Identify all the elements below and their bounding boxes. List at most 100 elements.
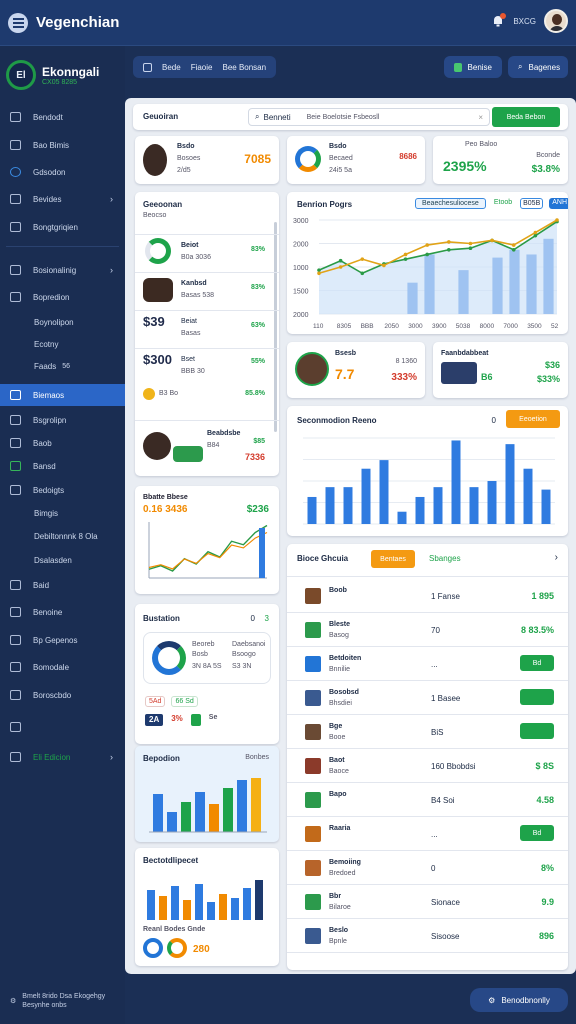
data-point xyxy=(555,218,559,222)
crumb-0[interactable]: Bede xyxy=(162,63,181,72)
sidebar-item-0[interactable]: Bendodt xyxy=(0,106,125,128)
chevron-right-icon[interactable]: › xyxy=(555,552,558,563)
chart-tab-3[interactable]: B05B xyxy=(520,198,544,209)
table-row[interactable]: Bbr Bilaroe Sionace 9.9 xyxy=(287,886,568,919)
donut-icon xyxy=(295,146,321,172)
chart-tab-1[interactable]: Beaechesuliocese xyxy=(415,198,486,209)
bar xyxy=(397,511,407,524)
top-settings-button[interactable]: ⌕ Bagenes xyxy=(508,56,568,78)
menu-icon[interactable] xyxy=(8,12,28,33)
avatar[interactable] xyxy=(544,9,568,33)
stat-card-3: Peo Baloo 2395% Bconde $3.8% xyxy=(433,136,568,184)
bar xyxy=(433,487,443,524)
minibar2-card: Bectotdlipecet Reanl Bodes Gnde 280 xyxy=(135,848,279,966)
document-icon xyxy=(10,438,21,448)
sidebar-item-3[interactable]: Bevides › xyxy=(0,188,125,210)
row-name: Beslo xyxy=(329,927,349,934)
product-icon xyxy=(295,352,329,386)
bar xyxy=(415,496,425,524)
sidebar-item-18[interactable]: Baid xyxy=(0,574,125,596)
row-value: 9.9 xyxy=(541,897,554,907)
table-row[interactable]: Bosobsd Bhsdiei 1 Basee xyxy=(287,682,568,715)
row-column: 70 xyxy=(431,626,440,635)
y-tick-label: 1000 xyxy=(293,265,309,272)
home-icon xyxy=(10,112,21,122)
table-row[interactable]: Bge Booe BiS xyxy=(287,716,568,749)
row-name: Bbr xyxy=(329,893,342,900)
bar-chart-button[interactable]: Eeoetion xyxy=(506,410,560,428)
sidebar-item-16[interactable]: Debiltonnnk 8 Ola xyxy=(0,525,125,547)
sidebar-item-11[interactable]: Bsgrolipn xyxy=(0,409,125,431)
sidebar-item-4[interactable]: Bongtgriqien xyxy=(0,216,125,238)
bar xyxy=(207,902,215,920)
sidebar-item-22[interactable]: Boroscbdo xyxy=(0,684,125,706)
row-thumbnail-icon xyxy=(305,792,321,808)
trend-card: Bbatte Bbese 0.16 3436 $236 xyxy=(135,486,279,594)
minibar-chart xyxy=(149,778,267,833)
top-action-button[interactable]: Benise xyxy=(444,56,502,78)
chart-tab-4[interactable]: ANH xyxy=(549,198,568,209)
grid-icon xyxy=(10,461,21,471)
tab-2[interactable]: Sbanges xyxy=(429,554,461,563)
table-row[interactable]: Betdoiten Bnnilie... Bd xyxy=(287,648,568,681)
search-input[interactable]: ⌕ Benneti Beie Boelotsie Fsbeosll × xyxy=(248,108,490,126)
data-point xyxy=(468,246,473,250)
data-point xyxy=(447,247,451,252)
data-point xyxy=(403,252,408,257)
sidebar-item-8[interactable]: Ecotny xyxy=(0,333,125,355)
row-action-button[interactable] xyxy=(520,689,554,705)
sidebar-item-5[interactable]: Bosionalinig › xyxy=(0,259,125,281)
sidebar-item-23[interactable] xyxy=(0,716,125,738)
list-icon xyxy=(10,722,21,732)
clear-icon[interactable]: × xyxy=(478,113,483,122)
settings-icon[interactable]: ⚙ xyxy=(10,997,16,1005)
row-divider xyxy=(287,850,568,851)
table-row[interactable]: Bemoiing Bredoed 0 8% xyxy=(287,852,568,885)
tab-active[interactable]: Bentaes xyxy=(371,550,415,568)
sidebar-item-13[interactable]: Bansd xyxy=(0,455,125,477)
table-row[interactable]: Beslo Bpnle Sisoose 896 xyxy=(287,920,568,953)
x-tick-label: 8000 xyxy=(480,323,495,330)
sidebar-item-15[interactable]: Bimgis xyxy=(0,502,125,524)
sidebar-item-14[interactable]: Bedoigts xyxy=(0,479,125,501)
notification-icon[interactable] xyxy=(491,13,507,28)
row-action-button[interactable] xyxy=(520,723,554,739)
sidebar-item-6[interactable]: Bopredion xyxy=(0,286,125,308)
chart-tab-2[interactable]: Etoob xyxy=(492,198,514,209)
home-icon xyxy=(10,390,21,400)
x-tick-label: 8305 xyxy=(337,323,352,330)
table-row[interactable]: Baot Baoce 160 Bbobdsi $ 8S xyxy=(287,750,568,783)
sidebar-item-24[interactable]: Eli Edicion › xyxy=(0,746,125,768)
sidebar-item-21[interactable]: Bomodale xyxy=(0,656,125,678)
image-icon xyxy=(10,752,21,762)
row-thumbnail-icon xyxy=(305,724,321,740)
settings-icon: ⚙ xyxy=(488,995,496,1005)
table-row[interactable]: Boob 1 Fanse 1 895 xyxy=(287,580,568,613)
crumb-1[interactable]: Fiaoie xyxy=(191,63,213,72)
sidebar-item-9[interactable]: Faads 56 xyxy=(0,355,125,377)
bar xyxy=(243,888,251,920)
row-action-button[interactable]: Bd xyxy=(520,655,554,671)
sidebar-item-19[interactable]: Benoine xyxy=(0,601,125,623)
table-row[interactable]: Bleste Basog 70 8 83.5% xyxy=(287,614,568,647)
sidebar-item-20[interactable]: Bp Gepenos xyxy=(0,629,125,651)
search-icon: ⌕ xyxy=(518,62,523,71)
panel-primary-button[interactable]: Beda Bebon xyxy=(492,107,560,127)
data-point xyxy=(338,265,343,269)
row-subname: Basog xyxy=(329,632,349,639)
sidebar-item-7[interactable]: Boynolipon xyxy=(0,311,125,333)
bottom-action-button[interactable]: ⚙ Benodbnonlly xyxy=(470,988,568,1012)
trend-bar xyxy=(259,528,265,578)
sidebar-item-10[interactable]: Biemaos xyxy=(0,384,125,406)
row-action-button[interactable]: Bd xyxy=(520,825,554,841)
bar xyxy=(361,468,371,524)
scrollbar[interactable] xyxy=(274,222,277,432)
sidebar-item-12[interactable]: Baob xyxy=(0,432,125,454)
sidebar-item-17[interactable]: Dsalasden xyxy=(0,549,125,571)
crumb-2[interactable]: Bee Bonsan xyxy=(222,63,266,72)
sidebar-item-2[interactable]: Gdsodon xyxy=(0,161,125,183)
sidebar-item-1[interactable]: Bao Bimis xyxy=(0,134,125,156)
row-value: 8 83.5% xyxy=(520,625,554,635)
table-row[interactable]: Raaria... Bd xyxy=(287,818,568,851)
table-row[interactable]: Bapo B4 Soi 4.58 xyxy=(287,784,568,817)
